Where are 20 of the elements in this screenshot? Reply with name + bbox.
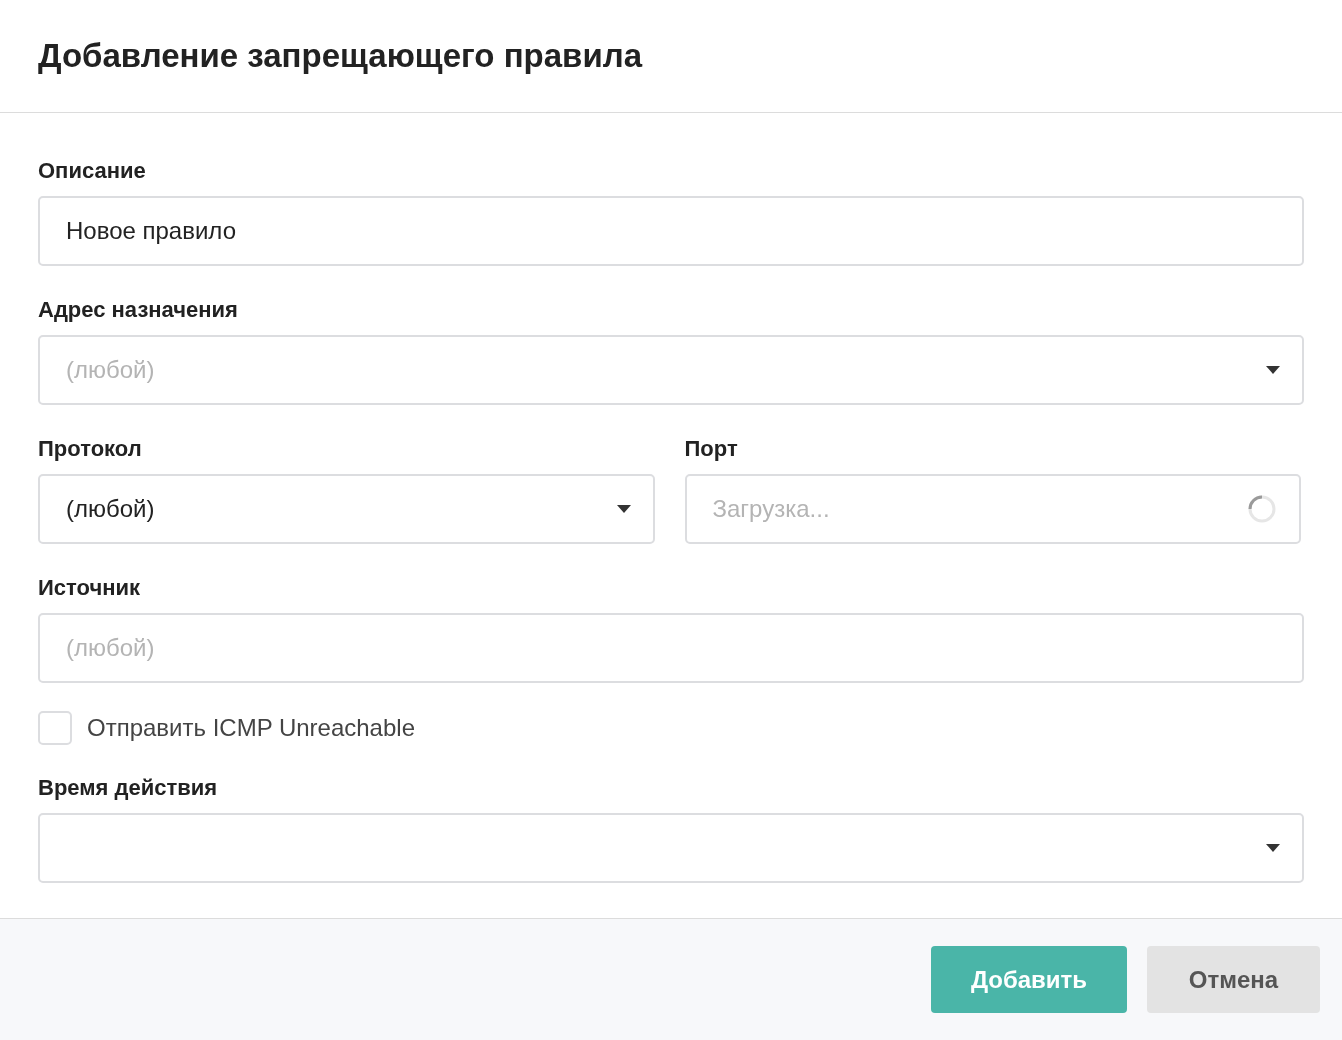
caret-icon [1266, 366, 1280, 374]
field-label: Источник [38, 574, 142, 602]
caret-icon [1266, 844, 1280, 852]
field-label: Описание [38, 157, 147, 185]
dropdown-field[interactable]: (любой) [38, 335, 1304, 405]
field-label: Время действия [38, 774, 219, 802]
checkbox-label: Отправить ICMP Unreachable [87, 713, 415, 743]
cancel-button[interactable]: Отмена [1147, 946, 1320, 1013]
add-button[interactable]: Добавить [931, 946, 1127, 1013]
input-field[interactable]: Загрузка... [684, 474, 1301, 544]
dropdown-field[interactable]: (любой) [38, 474, 655, 544]
field-label: Порт [684, 435, 739, 463]
field-label: Протокол [38, 435, 143, 463]
checkbox[interactable] [38, 711, 72, 745]
input-field[interactable]: (любой) [38, 613, 1304, 683]
dialog-title: Добавление запрещающего правила [38, 36, 642, 77]
input-field[interactable]: Новое правило [38, 196, 1304, 266]
caret-icon [616, 505, 631, 513]
field-label: Адрес назначения [38, 296, 239, 324]
dropdown-field[interactable] [38, 813, 1304, 883]
